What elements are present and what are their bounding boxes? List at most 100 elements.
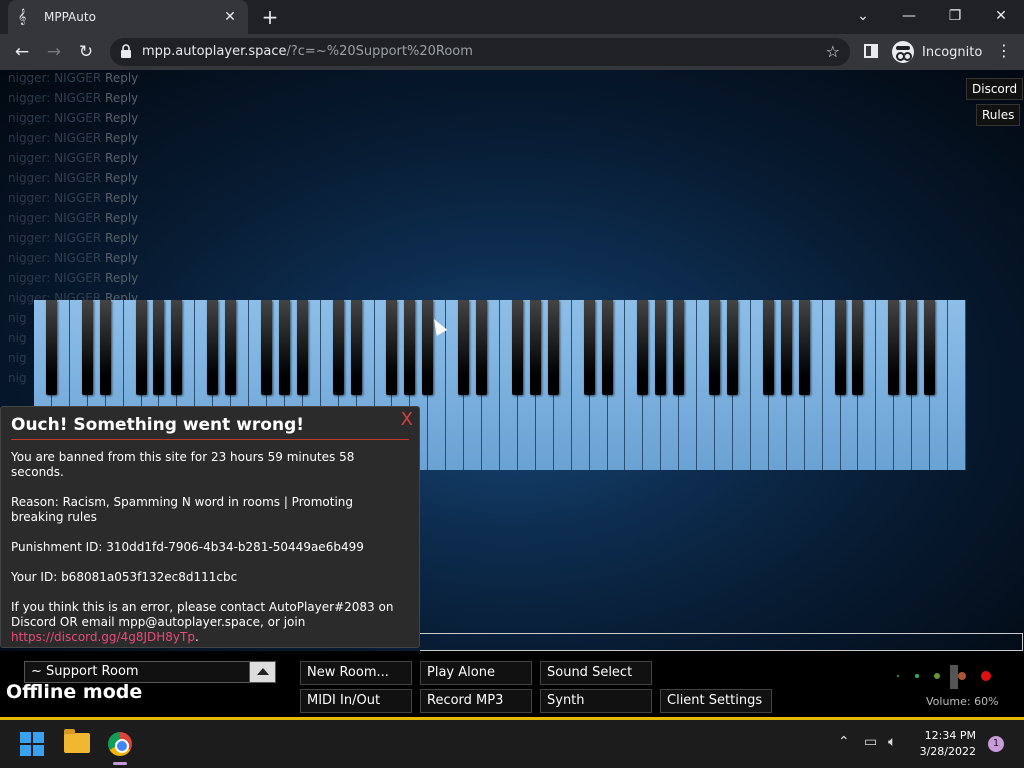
chat-reply-link[interactable]: Reply [105,211,138,225]
piano-black-key[interactable] [906,300,918,395]
piano-black-key[interactable] [583,300,595,395]
piano-black-key[interactable] [511,300,523,395]
piano-black-key[interactable] [924,300,936,395]
piano-black-key[interactable] [153,300,165,395]
piano-black-key[interactable] [780,300,792,395]
chat-reply-link[interactable]: Reply [105,131,138,145]
new-room-button[interactable]: New Room... [300,661,412,685]
system-clock[interactable]: 12:34 PM 3/28/2022 [912,728,976,760]
chat-reply-link[interactable]: Reply [105,71,138,85]
piano-black-key[interactable] [673,300,685,395]
piano-black-key[interactable] [135,300,147,395]
mpp-page: nigger: NIGGER Reply nigger: NIGGER Reply… [0,70,1024,718]
chat-reply-link[interactable]: Reply [105,111,138,125]
piano-black-key[interactable] [601,300,613,395]
rules-button[interactable]: Rules [976,104,1021,126]
speaker-icon[interactable]: 🔈︎ [888,734,896,750]
piano-black-key[interactable] [404,300,416,395]
piano-black-key[interactable] [386,300,398,395]
room-expand-icon[interactable] [249,662,275,682]
modal-close-button[interactable]: X [401,409,413,430]
piano-black-key[interactable] [762,300,774,395]
midi-button[interactable]: MIDI In/Out [300,689,412,713]
modal-title: Ouch! Something went wrong! [11,415,409,440]
piano-black-key[interactable] [332,300,344,395]
piano-black-key[interactable] [476,300,488,395]
back-icon[interactable]: ← [10,40,34,64]
minimize-icon[interactable]: — [886,0,932,34]
piano-black-key[interactable] [278,300,290,395]
piano-black-key[interactable] [888,300,900,395]
reload-icon[interactable]: ↻ [74,40,98,64]
client-settings-button[interactable]: Client Settings [660,689,772,713]
restore-icon[interactable]: ❐ [932,0,978,34]
incognito-indicator[interactable]: Incognito [892,40,982,64]
room-selector[interactable]: ~ Support Room [24,661,276,683]
file-explorer-icon[interactable] [64,729,90,753]
piano-black-key[interactable] [171,300,183,395]
piano-black-key[interactable] [350,300,362,395]
chat-reply-link[interactable]: Reply [105,251,138,265]
piano-black-key[interactable] [261,300,272,395]
side-panel-icon[interactable] [864,44,878,58]
piano-black-key[interactable] [81,300,93,395]
piano-black-key[interactable] [225,300,237,395]
chat-username: nigger: [8,231,51,245]
volume-knob[interactable] [950,665,958,689]
piano-black-key[interactable] [529,300,541,395]
synth-button[interactable]: Synth [540,689,652,713]
contact-body: If you think this is an error, please co… [11,600,394,629]
window-close-icon[interactable]: ✕ [978,0,1024,34]
chat-text: NIGGER [54,71,102,85]
chrome-icon[interactable] [108,732,132,756]
forward-icon[interactable]: → [42,40,66,64]
volume-control[interactable]: Volume: 60% [890,665,1010,711]
chat-username: nigger: [8,71,51,85]
piano-black-key[interactable] [458,300,470,395]
user-id: Your ID: b68081a053f132ec8d111cbc [11,570,238,584]
piano-black-key[interactable] [207,300,219,395]
notification-badge[interactable]: 1 [988,736,1004,752]
chat-reply-link[interactable]: Reply [105,171,138,185]
chat-username: nigger: [8,91,51,105]
browser-tab[interactable]: 𝄞 MPPAuto ✕ [8,0,248,34]
chat-reply-link[interactable]: Reply [105,191,138,205]
chat-reply-link[interactable]: Reply [105,91,138,105]
piano-black-key[interactable] [655,300,667,395]
tab-close-icon[interactable]: ✕ [222,9,238,25]
play-alone-button[interactable]: Play Alone [420,661,532,685]
piano-black-key[interactable] [296,300,308,395]
network-icon[interactable]: ▭ [864,734,877,750]
contact-end: . [194,630,199,644]
piano-black-key[interactable] [99,300,111,395]
piano-black-key[interactable] [834,300,846,395]
tab-search-icon[interactable]: ⌄ [840,0,886,34]
new-tab-button[interactable]: + [258,6,282,28]
chat-username: nigger: [8,251,51,265]
piano-white-key[interactable] [948,300,966,470]
menu-kebab-icon[interactable]: ⋮ [996,41,1012,60]
address-bar[interactable]: mpp.autoplayer.space/?c=~%20Support%20Ro… [110,38,850,66]
chat-reply-link[interactable]: Reply [105,271,138,285]
discord-invite-link[interactable]: https://discord.gg/4g8JDH8yTp [11,630,195,644]
windows-start-icon[interactable] [20,732,44,756]
piano-black-key[interactable] [852,300,864,395]
piano-black-key[interactable] [709,300,721,395]
record-mp3-button[interactable]: Record MP3 [420,689,532,713]
piano-black-key[interactable] [727,300,738,395]
piano-black-key[interactable] [547,300,559,395]
chat-reply-link[interactable]: Reply [105,151,138,165]
piano-black-key[interactable] [798,300,810,395]
piano-black-key[interactable] [422,300,434,395]
chat-text: NIGGER [54,151,102,165]
piano-black-key[interactable] [45,300,57,395]
discord-button[interactable]: Discord [966,78,1024,100]
chat-reply-link[interactable]: Reply [105,231,138,245]
tray-chevron-up-icon[interactable]: ⌃ [838,734,850,750]
bookmark-star-icon[interactable]: ☆ [826,42,840,61]
chat-username: nigger: [8,211,51,225]
sound-select-button[interactable]: Sound Select [540,661,652,685]
chat-input[interactable] [420,633,1023,651]
volume-label: Volume: 60% [926,695,999,708]
piano-black-key[interactable] [637,300,649,395]
